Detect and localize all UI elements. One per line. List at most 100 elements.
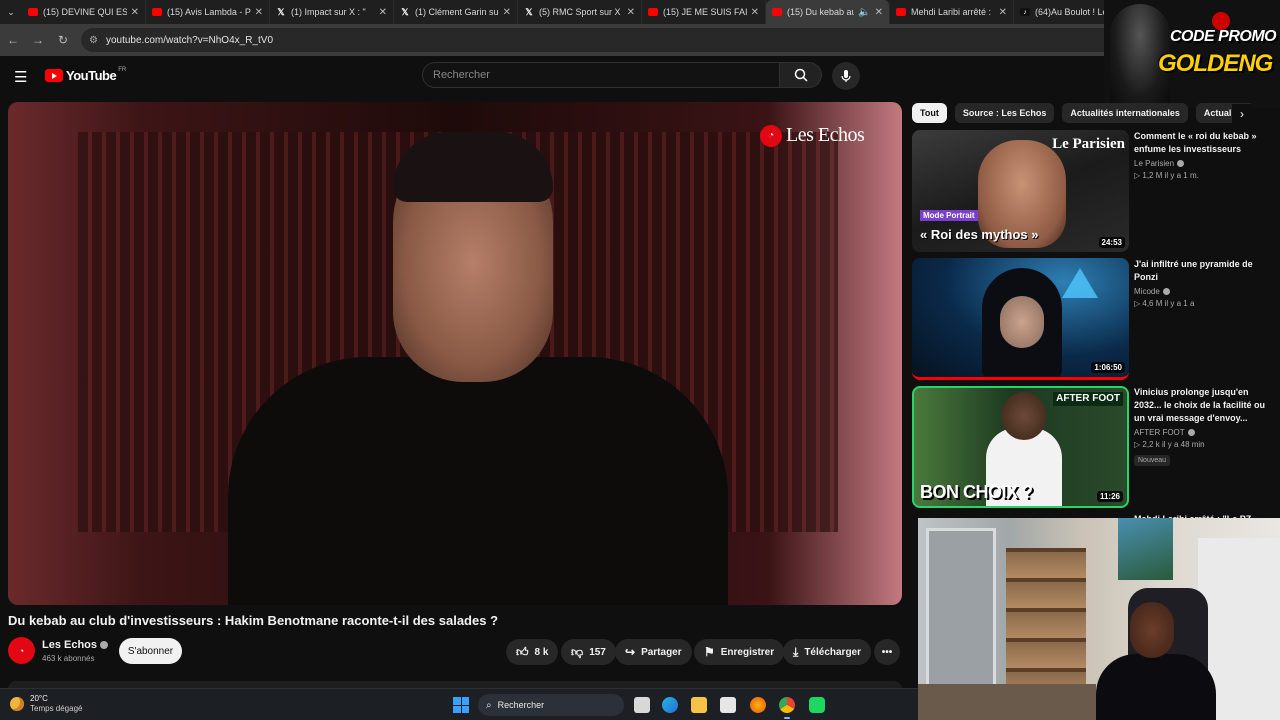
youtube-logo[interactable]: YouTube FR: [45, 67, 126, 83]
download-label: Télécharger: [804, 646, 862, 658]
voice-search-button[interactable]: [832, 62, 860, 90]
url-input[interactable]: ⚙ youtube.com/watch?v=NhO4x_R_tV0: [81, 28, 1121, 52]
close-icon[interactable]: ✕: [751, 7, 759, 18]
like-count: 8 k: [534, 646, 549, 658]
subscriber-count: 463 k abonnés: [42, 654, 95, 663]
channel-row: ◔ Les Echos 463 k abonnés S'abonner 👍︎ 8 …: [8, 636, 902, 668]
recommended-video[interactable]: AFTER FOOT BON CHOIX ? 11:26 Vinicius pr…: [912, 386, 1272, 508]
task-view-icon[interactable]: [634, 697, 650, 713]
x-icon: 𝕏: [401, 6, 409, 17]
more-actions-button[interactable]: •••: [874, 639, 900, 665]
video-speaker: [228, 132, 728, 605]
recommended-title[interactable]: J'ai infiltré une pyramide de Ponzi: [1134, 258, 1272, 284]
tiktok-icon: ♪: [1020, 8, 1030, 16]
browser-tab[interactable]: Mehdi Laribi arrêté : ✕: [890, 0, 1014, 24]
video-thumbnail[interactable]: 1:06:50: [912, 258, 1129, 380]
recommended-video[interactable]: 1:06:50 J'ai infiltré une pyramide de Po…: [912, 258, 1272, 380]
menu-icon[interactable]: ☰: [14, 68, 27, 86]
streamer-promo-logo: CODE PROMO GOLDENG: [1104, 0, 1280, 108]
taskbar-search[interactable]: ⌕ Rechercher: [478, 694, 624, 716]
verified-icon: [1162, 288, 1170, 296]
chip-source[interactable]: Source : Les Echos: [954, 103, 1055, 123]
browser-tab[interactable]: 𝕏 (1) Impact sur X : " ✕: [270, 0, 394, 24]
recommended-channel[interactable]: Le Parisien: [1134, 159, 1272, 168]
channel-avatar[interactable]: ◔: [8, 637, 35, 664]
browser-tab[interactable]: 𝕏 (1) Clément Garin sur ✕: [394, 0, 518, 24]
close-icon[interactable]: ✕: [627, 7, 635, 18]
close-icon[interactable]: ✕: [875, 7, 883, 18]
x-icon: 𝕏: [277, 6, 285, 17]
edge-icon[interactable]: [662, 697, 678, 713]
thumbnail-caption: BON CHOIX ?: [920, 482, 1033, 502]
close-icon[interactable]: ✕: [255, 7, 263, 18]
reload-icon[interactable]: ↻: [51, 28, 75, 52]
chevron-right-icon[interactable]: ›: [1232, 104, 1252, 124]
share-button[interactable]: ↪ Partager: [615, 639, 692, 665]
bookmark-icon: ⚑: [704, 645, 715, 659]
browser-tab[interactable]: (15) DEVINE QUI EST ✕: [22, 0, 146, 24]
recommended-channel[interactable]: AFTER FOOT: [1134, 428, 1272, 437]
video-player[interactable]: ◔ Les Echos: [8, 102, 902, 605]
video-thumbnail[interactable]: Le Parisien Mode Portrait « Roi des myth…: [912, 130, 1129, 252]
tab-title: (15) JE ME SUIS FAIS: [663, 7, 747, 17]
thumbs-down-icon: 👎︎: [571, 644, 584, 659]
close-icon[interactable]: ✕: [503, 7, 511, 18]
video-meta: J'ai infiltré une pyramide de Ponzi Mico…: [1134, 258, 1272, 308]
video-duration: 11:26: [1096, 491, 1123, 502]
save-button[interactable]: ⚑ Enregistrer: [694, 639, 785, 665]
tab-title: (1) Clément Garin sur: [415, 7, 499, 17]
subscribe-button[interactable]: S'abonner: [119, 638, 182, 664]
microphone-icon: [841, 70, 851, 82]
thumbs-up-icon: 👍︎: [516, 644, 529, 659]
recommended-video[interactable]: Le Parisien Mode Portrait « Roi des myth…: [912, 130, 1272, 252]
save-label: Enregistrer: [720, 646, 775, 658]
tab-title: (15) Du kebab au: [787, 7, 855, 17]
youtube-play-icon: [45, 69, 63, 82]
back-arrow-icon[interactable]: ←: [1, 28, 25, 52]
video-title: Du kebab au club d'investisseurs : Hakim…: [8, 613, 499, 628]
close-icon[interactable]: ✕: [999, 7, 1007, 18]
dislike-button[interactable]: 👎︎ 157: [561, 639, 616, 665]
youtube-header: ☰ YouTube FR Rechercher: [0, 56, 1280, 96]
windows-start-icon[interactable]: [453, 697, 469, 713]
search-input[interactable]: Rechercher: [422, 62, 780, 88]
temperature: 20°C: [30, 694, 48, 703]
recommended-title[interactable]: Vinicius prolonge jusqu'en 2032... le ch…: [1134, 386, 1272, 425]
browser-tab-active[interactable]: (15) Du kebab au 🔈 ✕: [766, 0, 890, 24]
youtube-icon: [28, 8, 38, 16]
file-explorer-icon[interactable]: [691, 697, 707, 713]
channel-name[interactable]: Les Echos: [42, 639, 109, 651]
forward-arrow-icon[interactable]: →: [26, 28, 50, 52]
video-thumbnail[interactable]: AFTER FOOT BON CHOIX ? 11:26: [912, 386, 1129, 508]
browser-tab[interactable]: (15) JE ME SUIS FAIS ✕: [642, 0, 766, 24]
close-icon[interactable]: ✕: [379, 7, 387, 18]
download-button[interactable]: ⤓ Télécharger: [783, 639, 872, 665]
firefox-icon[interactable]: [750, 697, 766, 713]
store-icon[interactable]: [720, 697, 736, 713]
chip-international-news[interactable]: Actualités internationales: [1062, 103, 1188, 123]
verified-icon: [100, 641, 109, 650]
close-icon[interactable]: ✕: [131, 7, 139, 18]
browser-tab[interactable]: (15) Avis Lambda - Po ✕: [146, 0, 270, 24]
video-meta: Vinicius prolonge jusqu'en 2032... le ch…: [1134, 386, 1272, 467]
chip-all[interactable]: Tout: [912, 103, 947, 123]
like-button[interactable]: 👍︎ 8 k: [506, 639, 559, 665]
tab-list-chevron-icon[interactable]: ⌄: [0, 0, 22, 24]
recommended-channel[interactable]: Micode: [1134, 287, 1272, 296]
recommended-title[interactable]: Comment le « roi du kebab » enfume les i…: [1134, 130, 1272, 156]
youtube-icon: [896, 8, 906, 16]
search-button[interactable]: [780, 62, 822, 88]
tab-title: (15) Avis Lambda - Po: [167, 7, 251, 17]
logo-text: YouTube: [66, 68, 117, 83]
app-icon[interactable]: [809, 697, 825, 713]
speaker-icon[interactable]: 🔈: [858, 7, 870, 18]
video-meta: Comment le « roi du kebab » enfume les i…: [1134, 130, 1272, 180]
tab-title: Mehdi Laribi arrêté :: [911, 7, 992, 17]
recommended-stats: ▷ 2,2 k il y a 48 min: [1134, 440, 1205, 449]
video-duration: 1:06:50: [1091, 362, 1125, 373]
chrome-icon[interactable]: [779, 697, 795, 719]
weather-widget[interactable]: 20°C Temps dégagé: [10, 694, 82, 714]
browser-tab[interactable]: 𝕏 (5) RMC Sport sur X : ✕: [518, 0, 642, 24]
windows-taskbar: 20°C Temps dégagé ⌕ Rechercher: [0, 688, 918, 720]
site-info-icon[interactable]: ⚙: [89, 35, 98, 46]
